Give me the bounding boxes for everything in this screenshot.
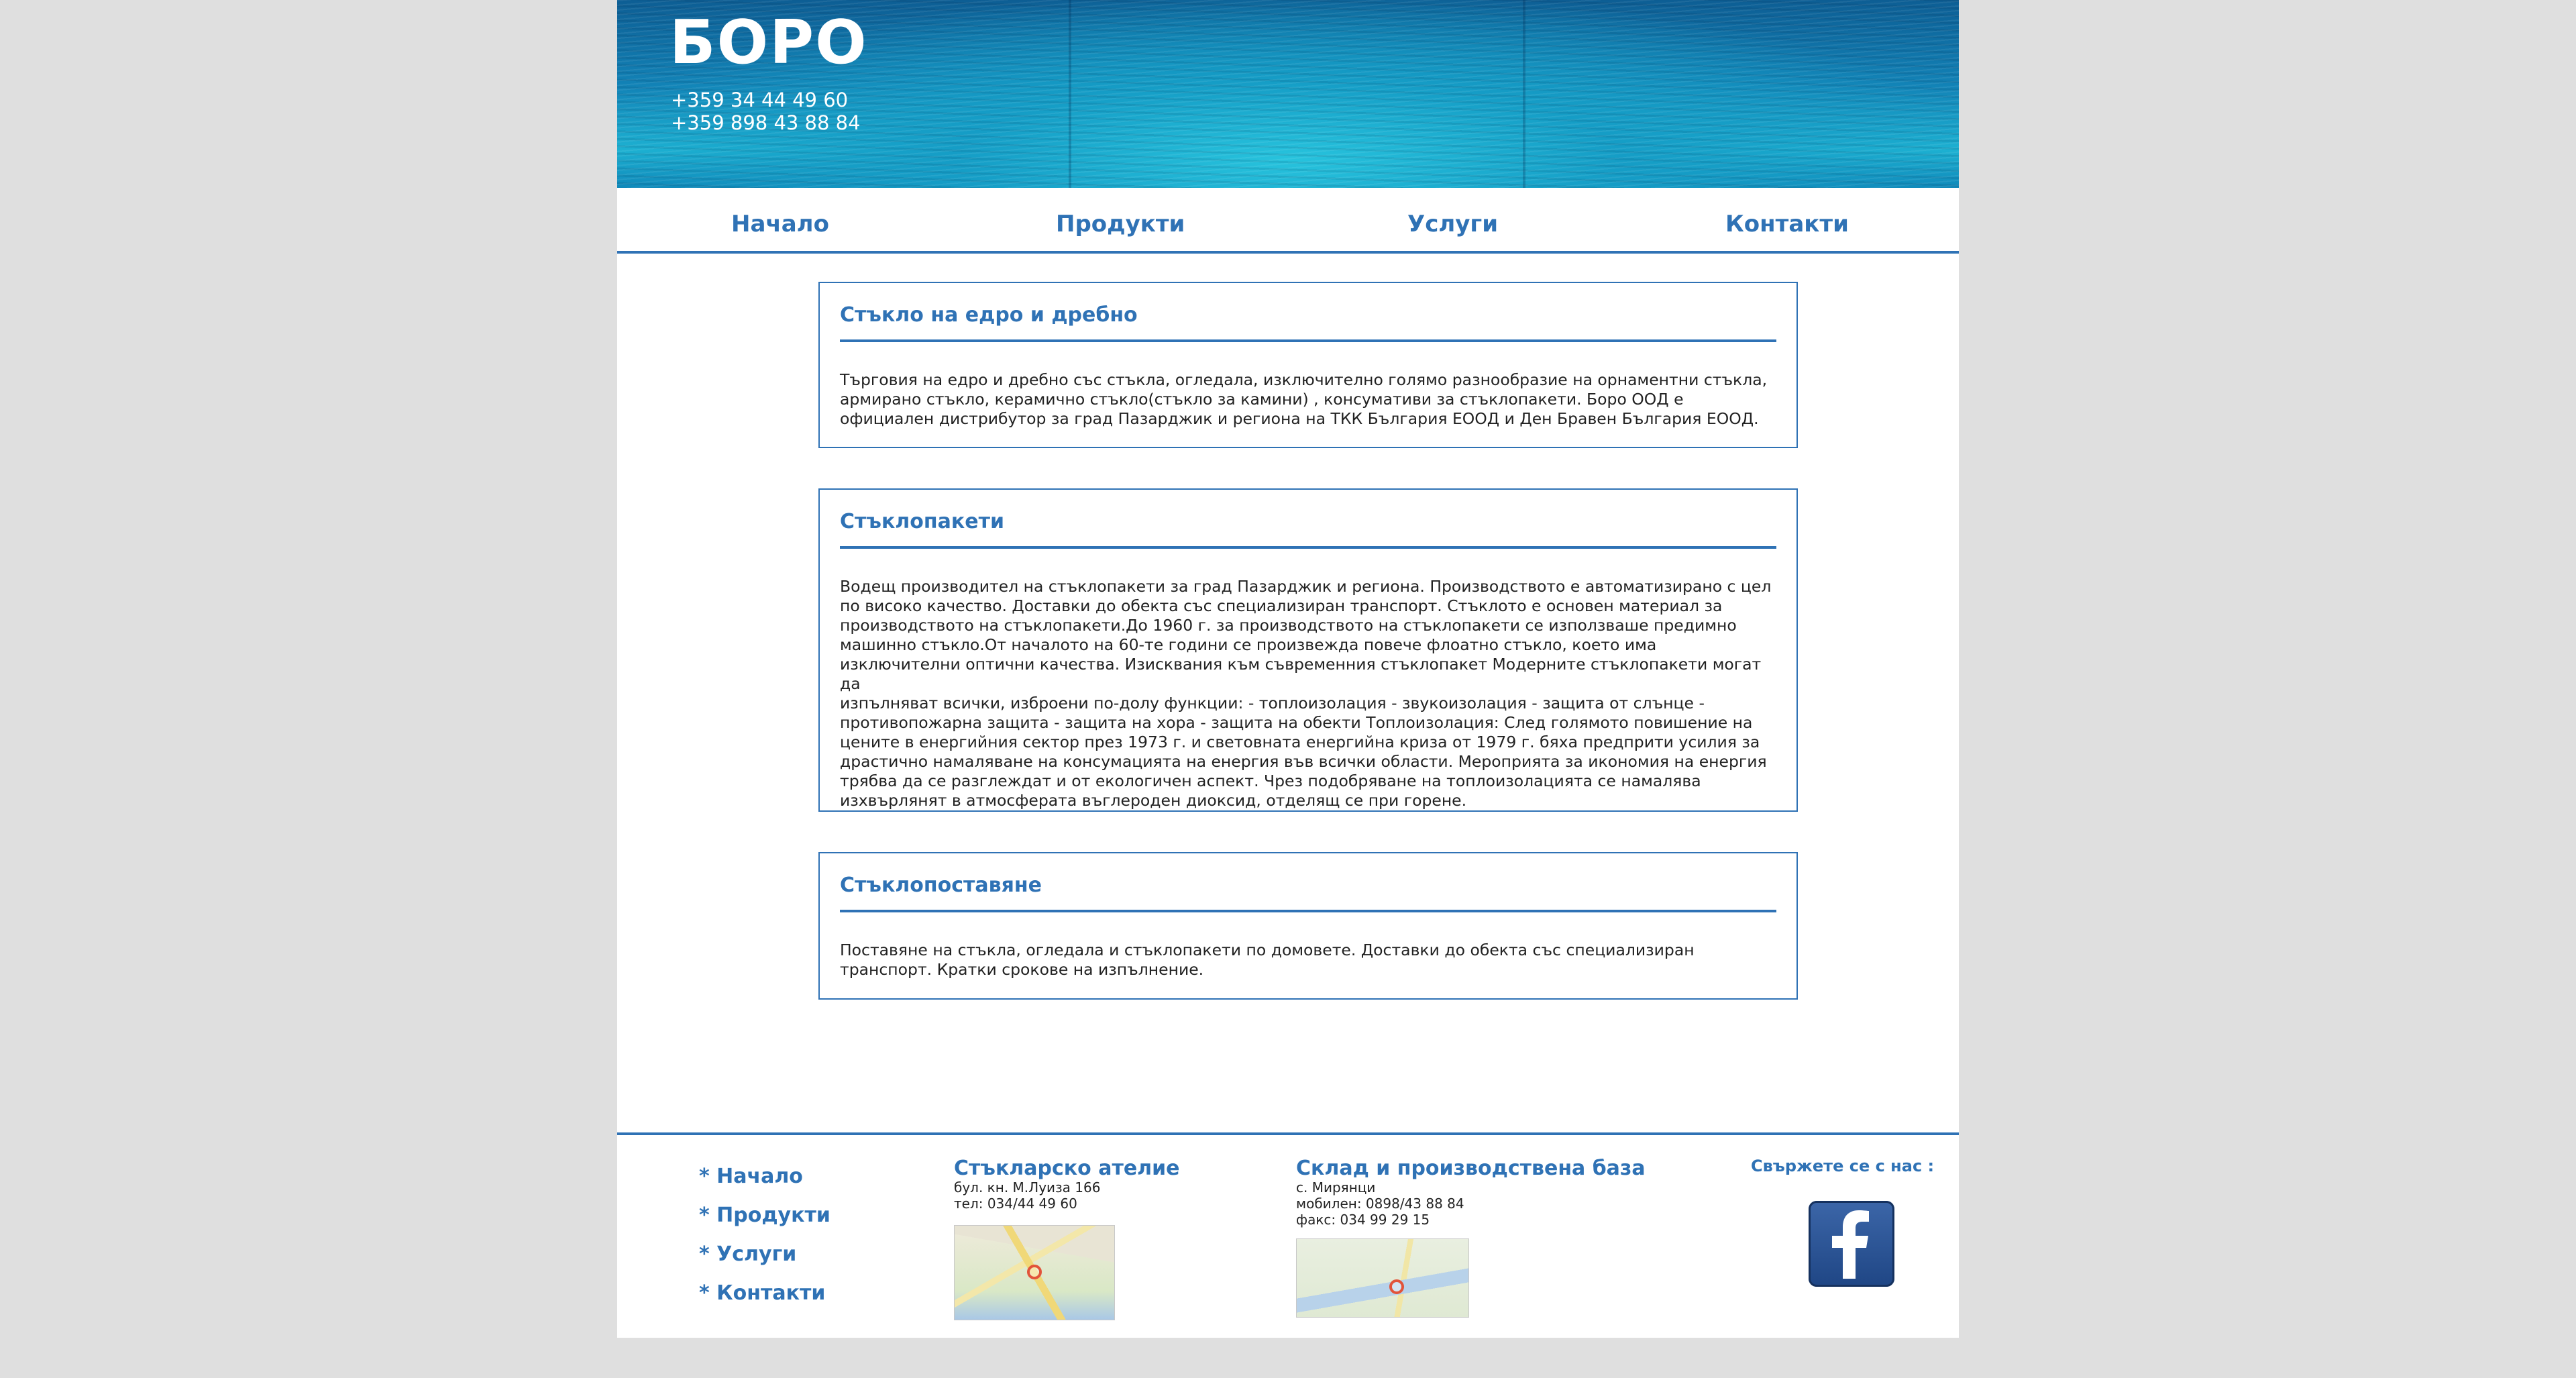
footer-nav-home[interactable]: * Начало <box>699 1165 803 1189</box>
header-seam <box>1069 0 1071 188</box>
nav-products[interactable]: Продукти <box>1056 211 1185 237</box>
footer-divider <box>617 1132 1959 1135</box>
phone-2: +359 898 43 88 84 <box>671 111 861 134</box>
section-wholesale-glass: Стъкло на едро и дребно Търговия на едро… <box>818 282 1798 448</box>
section-text: Търговия на едро и дребно със стъкла, ог… <box>840 370 1776 429</box>
nav-contacts[interactable]: Контакти <box>1725 211 1849 237</box>
warehouse-location: с. Мирянци <box>1296 1179 1376 1196</box>
text-line: трябва да се разглеждат и от екологичен … <box>840 772 1701 790</box>
section-title: Стъкло на едро и дребно <box>840 303 1138 327</box>
section-divider <box>840 339 1776 342</box>
footer-nav-services[interactable]: * Услуги <box>699 1242 796 1267</box>
warehouse-title: Склад и производствена база <box>1296 1157 1646 1180</box>
atelier-title: Стъкларско ателие <box>954 1157 1180 1180</box>
logo[interactable]: БОРО <box>669 9 868 76</box>
text-line: официален дистрибутор за град Пазарджик … <box>840 409 1759 428</box>
text-line: армирано стъкло, керамично стъкло(стъкло… <box>840 390 1684 409</box>
follow-us-label: Свържете се с нас : <box>1751 1157 1935 1175</box>
text-line: изхвърлянят в атмосферата въглероден дио… <box>840 791 1467 810</box>
section-text: Поставяне на стъкла, огледала и стъклопа… <box>840 941 1776 979</box>
nav-services[interactable]: Услуги <box>1407 211 1498 237</box>
warehouse-fax: факс: 034 99 29 15 <box>1296 1212 1430 1228</box>
warehouse-map[interactable] <box>1296 1238 1469 1318</box>
warehouse-mobile: мобилен: 0898/43 88 84 <box>1296 1196 1464 1212</box>
section-divider <box>840 910 1776 912</box>
header-seam <box>1523 0 1525 188</box>
main-nav: Начало Продукти Услуги Контакти <box>617 188 1959 254</box>
text-line: Поставяне на стъкла, огледала и стъклопа… <box>840 941 1695 959</box>
footer-nav-contacts[interactable]: * Контакти <box>699 1281 825 1306</box>
text-line: производството на стъклопакети.До 1960 г… <box>840 616 1737 635</box>
text-line: Водещ производител на стъклопакети за гр… <box>840 577 1772 596</box>
text-line: драстично намаляване на консумацията на … <box>840 752 1767 771</box>
text-line: цените в енергийния сектор през 1973 г. … <box>840 733 1760 751</box>
text-line: изключителни оптични качества. Изисквани… <box>840 655 1762 693</box>
atelier-address: бул. кн. М.Луиза 166 <box>954 1179 1101 1196</box>
section-title: Стъклопоставяне <box>840 873 1042 897</box>
section-glazing: Стъклопоставяне Поставяне на стъкла, огл… <box>818 852 1798 1000</box>
page: БОРО +359 34 44 49 60 +359 898 43 88 84 … <box>617 0 1959 1338</box>
section-title: Стъклопакети <box>840 510 1004 533</box>
text-line: изпълняват всички, изброени по-долу функ… <box>840 694 1705 712</box>
facebook-glyph <box>1832 1210 1869 1279</box>
footer-nav-products[interactable]: * Продукти <box>699 1204 830 1228</box>
text-line: по високо качество. Доставки до обекта с… <box>840 596 1723 615</box>
text-line: машинно стъкло.От началото на 60-те годи… <box>840 635 1657 654</box>
header-banner: БОРО +359 34 44 49 60 +359 898 43 88 84 <box>617 0 1959 188</box>
map-pin-icon <box>1027 1265 1042 1279</box>
atelier-map[interactable] <box>954 1225 1115 1320</box>
section-glass-units: Стъклопакети Водещ производител на стъкл… <box>818 488 1798 812</box>
phone-1: +359 34 44 49 60 <box>671 89 849 111</box>
text-line: противопожарна защита - защита на хора -… <box>840 713 1753 732</box>
facebook-icon[interactable] <box>1809 1201 1894 1287</box>
nav-home[interactable]: Начало <box>731 211 829 237</box>
section-divider <box>840 546 1776 549</box>
text-line: транспорт. Кратки срокове на изпълнение. <box>840 960 1204 979</box>
section-text: Водещ производител на стъклопакети за гр… <box>840 577 1776 810</box>
map-pin-icon <box>1389 1279 1404 1294</box>
atelier-phone: тел: 034/44 49 60 <box>954 1196 1077 1212</box>
text-line: Търговия на едро и дребно със стъкла, ог… <box>840 370 1768 389</box>
